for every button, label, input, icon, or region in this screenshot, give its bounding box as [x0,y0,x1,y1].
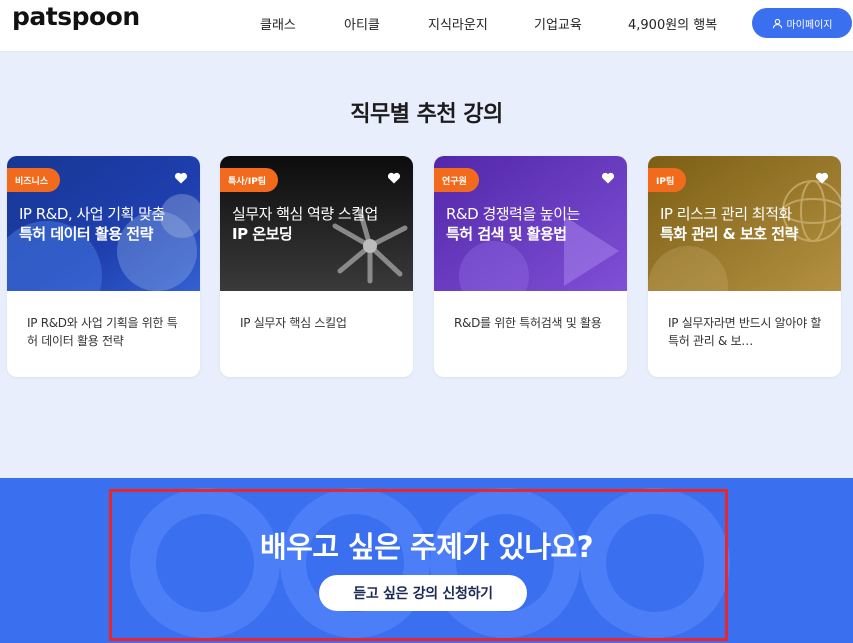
card-description: IP R&D와 사업 기획을 위한 특허 데이터 활용 전략 [27,316,178,348]
heart-icon[interactable] [601,171,615,185]
card-subtitle: R&D 경쟁력을 높이는 [446,205,580,223]
card-image: 비즈니스 IP R&D, 사업 기획 맞춤 특허 데이터 활용 전략 [7,156,200,291]
card-description: IP 실무자 핵심 스킬업 [240,316,347,330]
mypage-label: 마이페이지 [786,19,833,31]
nav-article[interactable]: 아티클 [344,14,380,33]
request-course-button[interactable]: 듣고 싶은 강의 신청하기 [319,575,527,611]
nav-corporate-education[interactable]: 기업교육 [534,14,582,33]
site-header: patspoon 클래스 아티클 지식라운지 기업교육 4,900원의 행복 마… [0,0,853,52]
nav-happiness-offer[interactable]: 4,900원의 행복 [628,14,717,33]
nav-class[interactable]: 클래스 [260,14,296,33]
heart-icon[interactable] [815,171,829,185]
mypage-button[interactable]: 마이페이지 [752,8,852,38]
card-tag: 특사/IP팀 [220,168,279,192]
heart-icon[interactable] [174,171,188,185]
course-card-ip-team[interactable]: 특사/IP팀 실무자 핵심 역량 스킬업 IP 온보딩 IP 실무자 핵심 스킬… [220,156,413,377]
card-image: 연구원 R&D 경쟁력을 높이는 특허 검색 및 활용법 [434,156,627,291]
card-subtitle: IP R&D, 사업 기획 맞춤 [19,205,165,223]
card-title: 특화 관리 & 보호 전략 [660,225,798,243]
card-title: 특허 검색 및 활용법 [446,225,567,243]
banner-title: 배우고 싶은 주제가 있나요? [259,530,594,564]
site-logo[interactable]: patspoon [12,2,140,31]
card-tag: 연구원 [434,168,479,192]
user-icon [772,18,782,28]
nav-knowledge-lounge[interactable]: 지식라운지 [428,14,488,33]
card-description: R&D를 위한 특허검색 및 활용 [454,316,602,330]
section-title: 직무별 추천 강의 [350,102,503,127]
card-subtitle: 실무자 핵심 역량 스킬업 [232,205,378,223]
card-tag: 비즈니스 [7,168,61,192]
heart-icon[interactable] [387,171,401,185]
card-image: 특사/IP팀 실무자 핵심 역량 스킬업 IP 온보딩 [220,156,413,291]
card-title: 특허 데이터 활용 전략 [19,225,153,243]
card-subtitle: IP 리스크 관리 최적화 [660,205,792,223]
course-card-researcher[interactable]: 연구원 R&D 경쟁력을 높이는 특허 검색 및 활용법 R&D를 위한 특허검… [434,156,627,377]
card-title: IP 온보딩 [232,225,293,243]
card-description: IP 실무자라면 반드시 알아야 할 특허 관리 & 보… [668,316,822,348]
course-card-business[interactable]: 비즈니스 IP R&D, 사업 기획 맞춤 특허 데이터 활용 전략 IP R&… [7,156,200,377]
card-tag: IP팀 [648,168,687,192]
course-card-ip-risk[interactable]: IP팀 IP 리스크 관리 최적화 특화 관리 & 보호 전략 IP 실무자라면… [648,156,841,377]
card-image: IP팀 IP 리스크 관리 최적화 특화 관리 & 보호 전략 [648,156,841,291]
